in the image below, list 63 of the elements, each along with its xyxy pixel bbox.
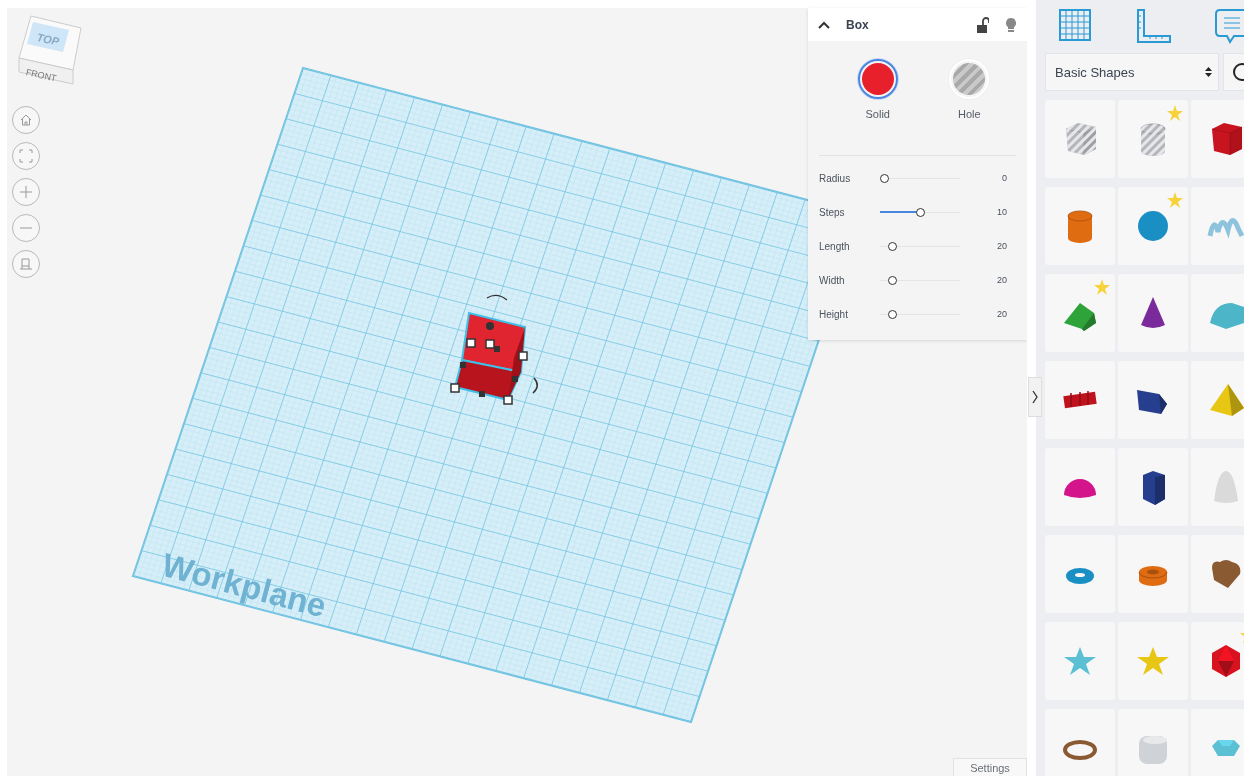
shape-tile[interactable]: [1045, 361, 1115, 439]
cube-top-label: TOP: [35, 31, 61, 48]
shape-tile[interactable]: [1118, 274, 1188, 352]
parameter-value: 20: [996, 241, 1008, 251]
shape-tile[interactable]: [1191, 535, 1244, 613]
unlocked-icon[interactable]: [977, 16, 989, 33]
shape-tile[interactable]: [1045, 448, 1115, 526]
shape-tile[interactable]: [1191, 100, 1244, 178]
shape-tile[interactable]: [1045, 274, 1115, 352]
shape-tile[interactable]: [1118, 361, 1188, 439]
parameter-value: 20: [996, 275, 1008, 285]
parameter-label: Height: [819, 308, 849, 320]
parameter-label: Steps: [819, 206, 846, 218]
shape-tile[interactable]: [1118, 187, 1188, 265]
parameter-label: Radius: [819, 172, 852, 184]
parameter-value: 10: [996, 207, 1008, 217]
shape-tile[interactable]: [1045, 187, 1115, 265]
shape-tile[interactable]: [1191, 448, 1244, 526]
notes-icon: [1214, 8, 1244, 44]
parameter-label: Width: [819, 274, 846, 286]
slider-thumb[interactable]: [887, 309, 897, 319]
shape-tile[interactable]: [1118, 709, 1188, 776]
slider-thumb[interactable]: [916, 207, 926, 217]
shape-tile[interactable]: [1045, 622, 1115, 700]
slider-thumb[interactable]: [887, 241, 897, 251]
shape-tile[interactable]: [1118, 535, 1188, 613]
shape-tile[interactable]: [1118, 100, 1188, 178]
shape-tile[interactable]: [1118, 622, 1188, 700]
shape-tile[interactable]: [1045, 100, 1115, 178]
toolbar-button[interactable]: [1058, 8, 1094, 44]
settings-button[interactable]: Settings: [953, 758, 1027, 776]
category-dropdown[interactable]: Basic Shapes: [1045, 53, 1219, 91]
shape-tile[interactable]: [1045, 709, 1115, 776]
fit-view-icon: [19, 149, 33, 163]
shape-title: Box: [846, 17, 870, 32]
shape-tile[interactable]: [1191, 361, 1244, 439]
home-icon: [19, 113, 33, 127]
mode-option[interactable]: Hole: [939, 59, 1000, 145]
cube-front-label: FRONT: [24, 67, 58, 84]
shape-tile[interactable]: [1191, 274, 1244, 352]
zoom-in-icon: [19, 185, 33, 199]
expand-tab[interactable]: [1028, 377, 1042, 417]
chevron-icon: [1032, 390, 1038, 404]
slider-thumb[interactable]: [887, 275, 897, 285]
parameter-label: Length: [819, 240, 851, 252]
grid-icon: [1058, 8, 1092, 42]
box-drawing[interactable]: [450, 294, 538, 405]
updown-icon: [1205, 66, 1212, 78]
slider-thumb[interactable]: [880, 173, 889, 183]
toolbar-button[interactable]: [1214, 8, 1244, 44]
perspective-box-icon: [19, 257, 33, 271]
shape-tile[interactable]: [1118, 448, 1188, 526]
mode-option[interactable]: Solid: [847, 59, 908, 145]
toolbar-button[interactable]: [1136, 8, 1172, 44]
view-control-button[interactable]: [12, 106, 40, 134]
shape-tile[interactable]: [1191, 187, 1244, 265]
parameter-value: 20: [996, 309, 1008, 319]
shape-tile[interactable]: [1191, 622, 1244, 700]
parameter-value: 0: [1001, 173, 1008, 183]
lightbulb-icon[interactable]: [1005, 16, 1017, 33]
ruler-icon: [1136, 8, 1172, 44]
shape-tile[interactable]: [1045, 535, 1115, 613]
collapse-chevron-icon[interactable]: [818, 20, 830, 29]
